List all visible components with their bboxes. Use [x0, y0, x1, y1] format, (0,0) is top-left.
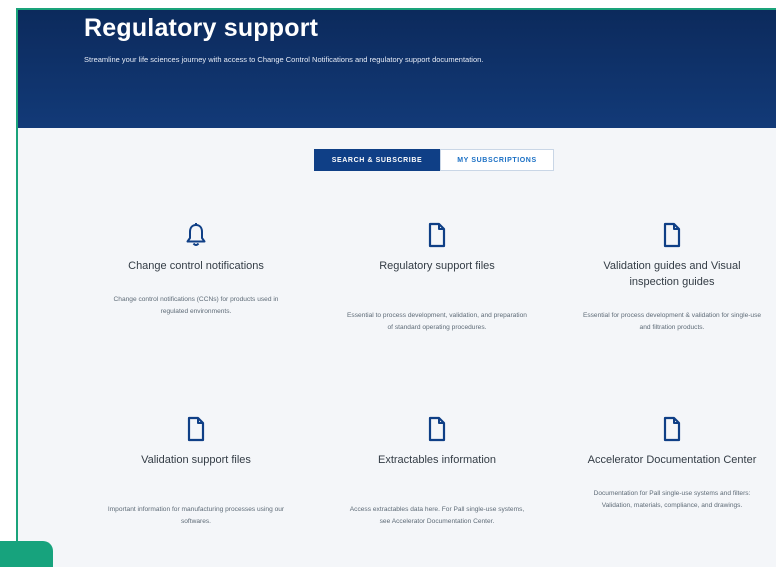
document-icon — [663, 222, 681, 248]
card-accelerator-documentation-center[interactable]: Accelerator Documentation Center Documen… — [582, 416, 762, 512]
page-subtitle: Streamline your life sciences journey wi… — [84, 55, 484, 64]
document-icon — [663, 416, 681, 442]
card-description: Essential to process development, valida… — [347, 312, 527, 331]
card-title: Validation guides and Visual inspection … — [603, 260, 741, 288]
page-frame: Regulatory support Streamline your life … — [16, 8, 776, 567]
card-title: Validation support files — [141, 454, 251, 466]
floating-action-tab[interactable] — [0, 541, 53, 567]
tab-bar: SEARCH & SUBSCRIBE MY SUBSCRIPTIONS — [314, 149, 554, 171]
card-validation-support-files[interactable]: Validation support files Important infor… — [106, 416, 286, 528]
card-change-control-notifications[interactable]: Change control notifications Change cont… — [106, 222, 286, 318]
card-description: Essential for process development & vali… — [582, 312, 762, 331]
tab-search-subscribe[interactable]: SEARCH & SUBSCRIBE — [314, 149, 440, 171]
card-title: Regulatory support files — [379, 260, 495, 272]
card-validation-guides[interactable]: Validation guides and Visual inspection … — [582, 222, 762, 334]
card-extractables-information[interactable]: Extractables information Access extracta… — [347, 416, 527, 528]
hero-banner: Regulatory support Streamline your life … — [18, 10, 776, 128]
page-title: Regulatory support — [84, 14, 319, 42]
document-icon — [187, 416, 205, 442]
card-description: Access extractables data here. For Pall … — [349, 506, 525, 525]
card-description: Documentation for Pall single-use system… — [593, 490, 751, 509]
card-title: Extractables information — [378, 454, 496, 466]
card-title: Accelerator Documentation Center — [587, 454, 757, 466]
card-title: Change control notifications — [128, 260, 264, 272]
document-icon — [428, 416, 446, 442]
card-description: Change control notifications (CCNs) for … — [113, 296, 279, 315]
bell-icon — [186, 223, 206, 246]
card-regulatory-support-files[interactable]: Regulatory support files Essential to pr… — [347, 222, 527, 334]
card-description: Important information for manufacturing … — [107, 506, 285, 525]
document-icon — [428, 222, 446, 248]
tab-my-subscriptions[interactable]: MY SUBSCRIPTIONS — [440, 149, 554, 171]
